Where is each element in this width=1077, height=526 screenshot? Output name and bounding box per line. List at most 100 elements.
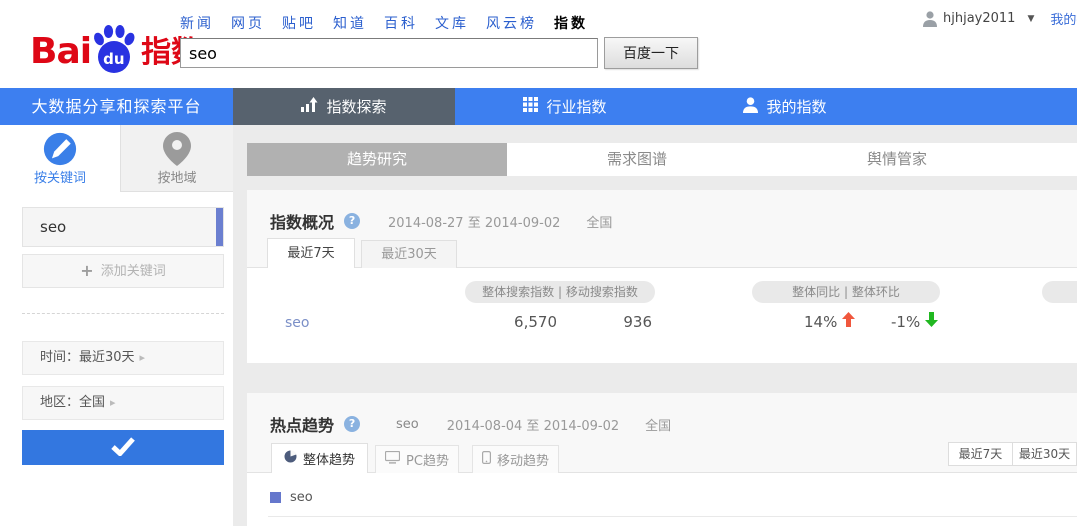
region-scope: 全国 [645, 415, 671, 434]
check-icon [111, 437, 135, 459]
confirm-button[interactable] [22, 430, 224, 465]
trend-tab-label: 移动趋势 [497, 450, 549, 469]
trend-tab-label: 整体趋势 [303, 449, 355, 468]
caret-right-icon: ▸ [110, 396, 116, 409]
caret-right-icon: ▸ [140, 351, 146, 364]
chart-top-gridline [268, 516, 1077, 517]
nav-link-news[interactable]: 新闻 [180, 16, 214, 32]
keyword-color-bar [216, 208, 223, 246]
sidebar: 按关键词 按地域 seo + 添加关键词 时间：最近30天▸ 地区：全国 ▸ [0, 125, 233, 526]
plus-icon: + [80, 261, 93, 280]
date-range: 2014-08-04 至 2014-09-02 [447, 415, 619, 434]
phone-icon [482, 451, 491, 468]
section-title: 热点趋势 [270, 412, 334, 436]
navbar-tab-label: 我的指数 [766, 96, 826, 117]
sidebar-tab-by-region[interactable]: 按地域 [120, 125, 233, 192]
keyword-item-label: seo [23, 208, 223, 246]
index-overview-header: 指数概况 ? 2014-08-27 至 2014-09-02 全国 最近7天 最… [247, 190, 1077, 268]
baidu-paw-icon: du [91, 24, 137, 76]
overall-search-index-value: 6,570 [477, 313, 557, 331]
header: Bai du 指数 新闻 网页 贴吧 知道 百科 文库 风云榜 指数 百度一下 [0, 0, 1077, 88]
yoy-value: 14% [804, 313, 837, 331]
navbar-tab-label: 指数探索 [326, 96, 386, 117]
research-tabs: 趋势研究 需求图谱 舆情管家 [247, 143, 1077, 176]
bar-chart-icon [301, 97, 318, 116]
grid-icon [523, 97, 538, 116]
help-icon[interactable]: ? [344, 416, 360, 432]
hot-trend-card: 热点趋势 ? seo 2014-08-04 至 2014-09-02 全国 整体… [247, 393, 1077, 526]
platform-title: 大数据分享和探索平台 [0, 88, 233, 125]
section-title: 指数概况 [270, 209, 334, 233]
compare-column-header: 整体同比 | 整体环比 [752, 281, 940, 303]
baidu-search-button[interactable]: 百度一下 [604, 37, 698, 69]
sidebar-tab-label: 按关键词 [0, 167, 120, 186]
navbar-tab-my-index[interactable]: 我的指数 [675, 88, 895, 125]
user-icon [923, 11, 937, 27]
trend-range-buttons: 最近7天 最近30天 [948, 442, 1077, 466]
index-overview-body: 整体搜索指数 | 移动搜索指数 整体同比 | 整体环比 seo 6,570 93… [247, 268, 1077, 362]
search-input[interactable] [180, 38, 598, 68]
trend-tab-overall[interactable]: 整体趋势 [271, 443, 368, 473]
navbar-tab-index-explore[interactable]: 指数探索 [233, 88, 455, 125]
nav-link-fengyunbang[interactable]: 风云榜 [486, 16, 537, 32]
hot-trend-header: 热点趋势 ? seo 2014-08-04 至 2014-09-02 全国 整体… [247, 393, 1077, 473]
yoy-metric: 14% [804, 312, 855, 331]
nav-link-wenku[interactable]: 文库 [435, 16, 469, 32]
sidebar-tab-by-keyword[interactable]: 按关键词 [0, 125, 120, 192]
logo-text-bai: Bai [30, 28, 91, 76]
legend-swatch [270, 492, 281, 503]
navbar-tab-industry-index[interactable]: 行业指数 [455, 88, 675, 125]
help-icon[interactable]: ? [344, 213, 360, 229]
baidu-index-page: Bai du 指数 新闻 网页 贴吧 知道 百科 文库 风云榜 指数 百度一下 [0, 0, 1077, 526]
user-icon [743, 97, 758, 117]
tab-demand-map[interactable]: 需求图谱 [507, 143, 767, 176]
nav-link-web[interactable]: 网页 [231, 16, 265, 32]
trend-range-last-7-days[interactable]: 最近7天 [948, 442, 1013, 466]
sidebar-divider [22, 313, 224, 314]
keyword-row-label[interactable]: seo [285, 315, 309, 331]
nav-link-baike[interactable]: 百科 [384, 16, 418, 32]
mom-metric: -1% [891, 312, 938, 331]
trend-range-last-30-days[interactable]: 最近30天 [1012, 442, 1077, 466]
time-filter[interactable]: 时间：最近30天▸ [22, 341, 224, 375]
my-index-link[interactable]: 我的指数 [1050, 9, 1077, 28]
region-filter-label: 地区：全国 [40, 395, 105, 410]
legend-label: seo [290, 490, 313, 505]
monitor-icon [385, 451, 400, 468]
pie-icon [284, 450, 297, 467]
keyword-edit-icon [0, 132, 120, 166]
mobile-search-index-value: 936 [577, 313, 652, 331]
nav-link-tieba[interactable]: 贴吧 [282, 16, 316, 32]
primary-navbar: 大数据分享和探索平台 指数探索 行业指数 我的指数 [0, 88, 1077, 125]
keyword-item[interactable]: seo [22, 207, 224, 247]
range-tab-last-7-days[interactable]: 最近7天 [267, 238, 355, 268]
search-index-column-header: 整体搜索指数 | 移动搜索指数 [465, 281, 655, 303]
tab-trend-research[interactable]: 趋势研究 [247, 143, 507, 176]
username[interactable]: hjhjay2011 [943, 11, 1015, 26]
index-overview-card: 指数概况 ? 2014-08-27 至 2014-09-02 全国 最近7天 最… [247, 190, 1077, 363]
hot-trend-body: seo [247, 473, 1077, 526]
top-nav: 新闻 网页 贴吧 知道 百科 文库 风云榜 指数 [180, 13, 588, 33]
sidebar-tab-label: 按地域 [121, 167, 233, 186]
location-pin-icon [121, 132, 233, 166]
tab-sentiment-manager[interactable]: 舆情管家 [767, 143, 1027, 176]
trend-keyword: seo [396, 417, 419, 432]
arrow-down-icon [925, 312, 938, 331]
navbar-tab-label: 行业指数 [546, 96, 606, 117]
nav-current-index: 指数 [554, 16, 588, 32]
add-keyword-label: 添加关键词 [101, 264, 166, 279]
index-overview-title-row: 指数概况 ? 2014-08-27 至 2014-09-02 全国 [270, 209, 612, 233]
user-area: hjhjay2011 ▼ 我的指数 [923, 9, 1077, 28]
mom-value: -1% [891, 313, 920, 331]
add-keyword-button[interactable]: + 添加关键词 [22, 254, 224, 288]
caret-down-icon[interactable]: ▼ [1027, 14, 1034, 24]
chart-legend: seo [270, 490, 313, 505]
trend-tab-mobile[interactable]: 移动趋势 [472, 445, 559, 473]
trend-tab-label: PC趋势 [406, 450, 449, 469]
trend-tab-pc[interactable]: PC趋势 [375, 445, 459, 473]
region-filter[interactable]: 地区：全国 ▸ [22, 386, 224, 420]
main-content: 趋势研究 需求图谱 舆情管家 指数概况 ? 2014-08-27 至 2014-… [233, 125, 1077, 526]
range-tab-last-30-days[interactable]: 最近30天 [361, 240, 457, 268]
nav-link-zhidao[interactable]: 知道 [333, 16, 367, 32]
baidu-index-logo[interactable]: Bai du 指数 [30, 20, 201, 76]
